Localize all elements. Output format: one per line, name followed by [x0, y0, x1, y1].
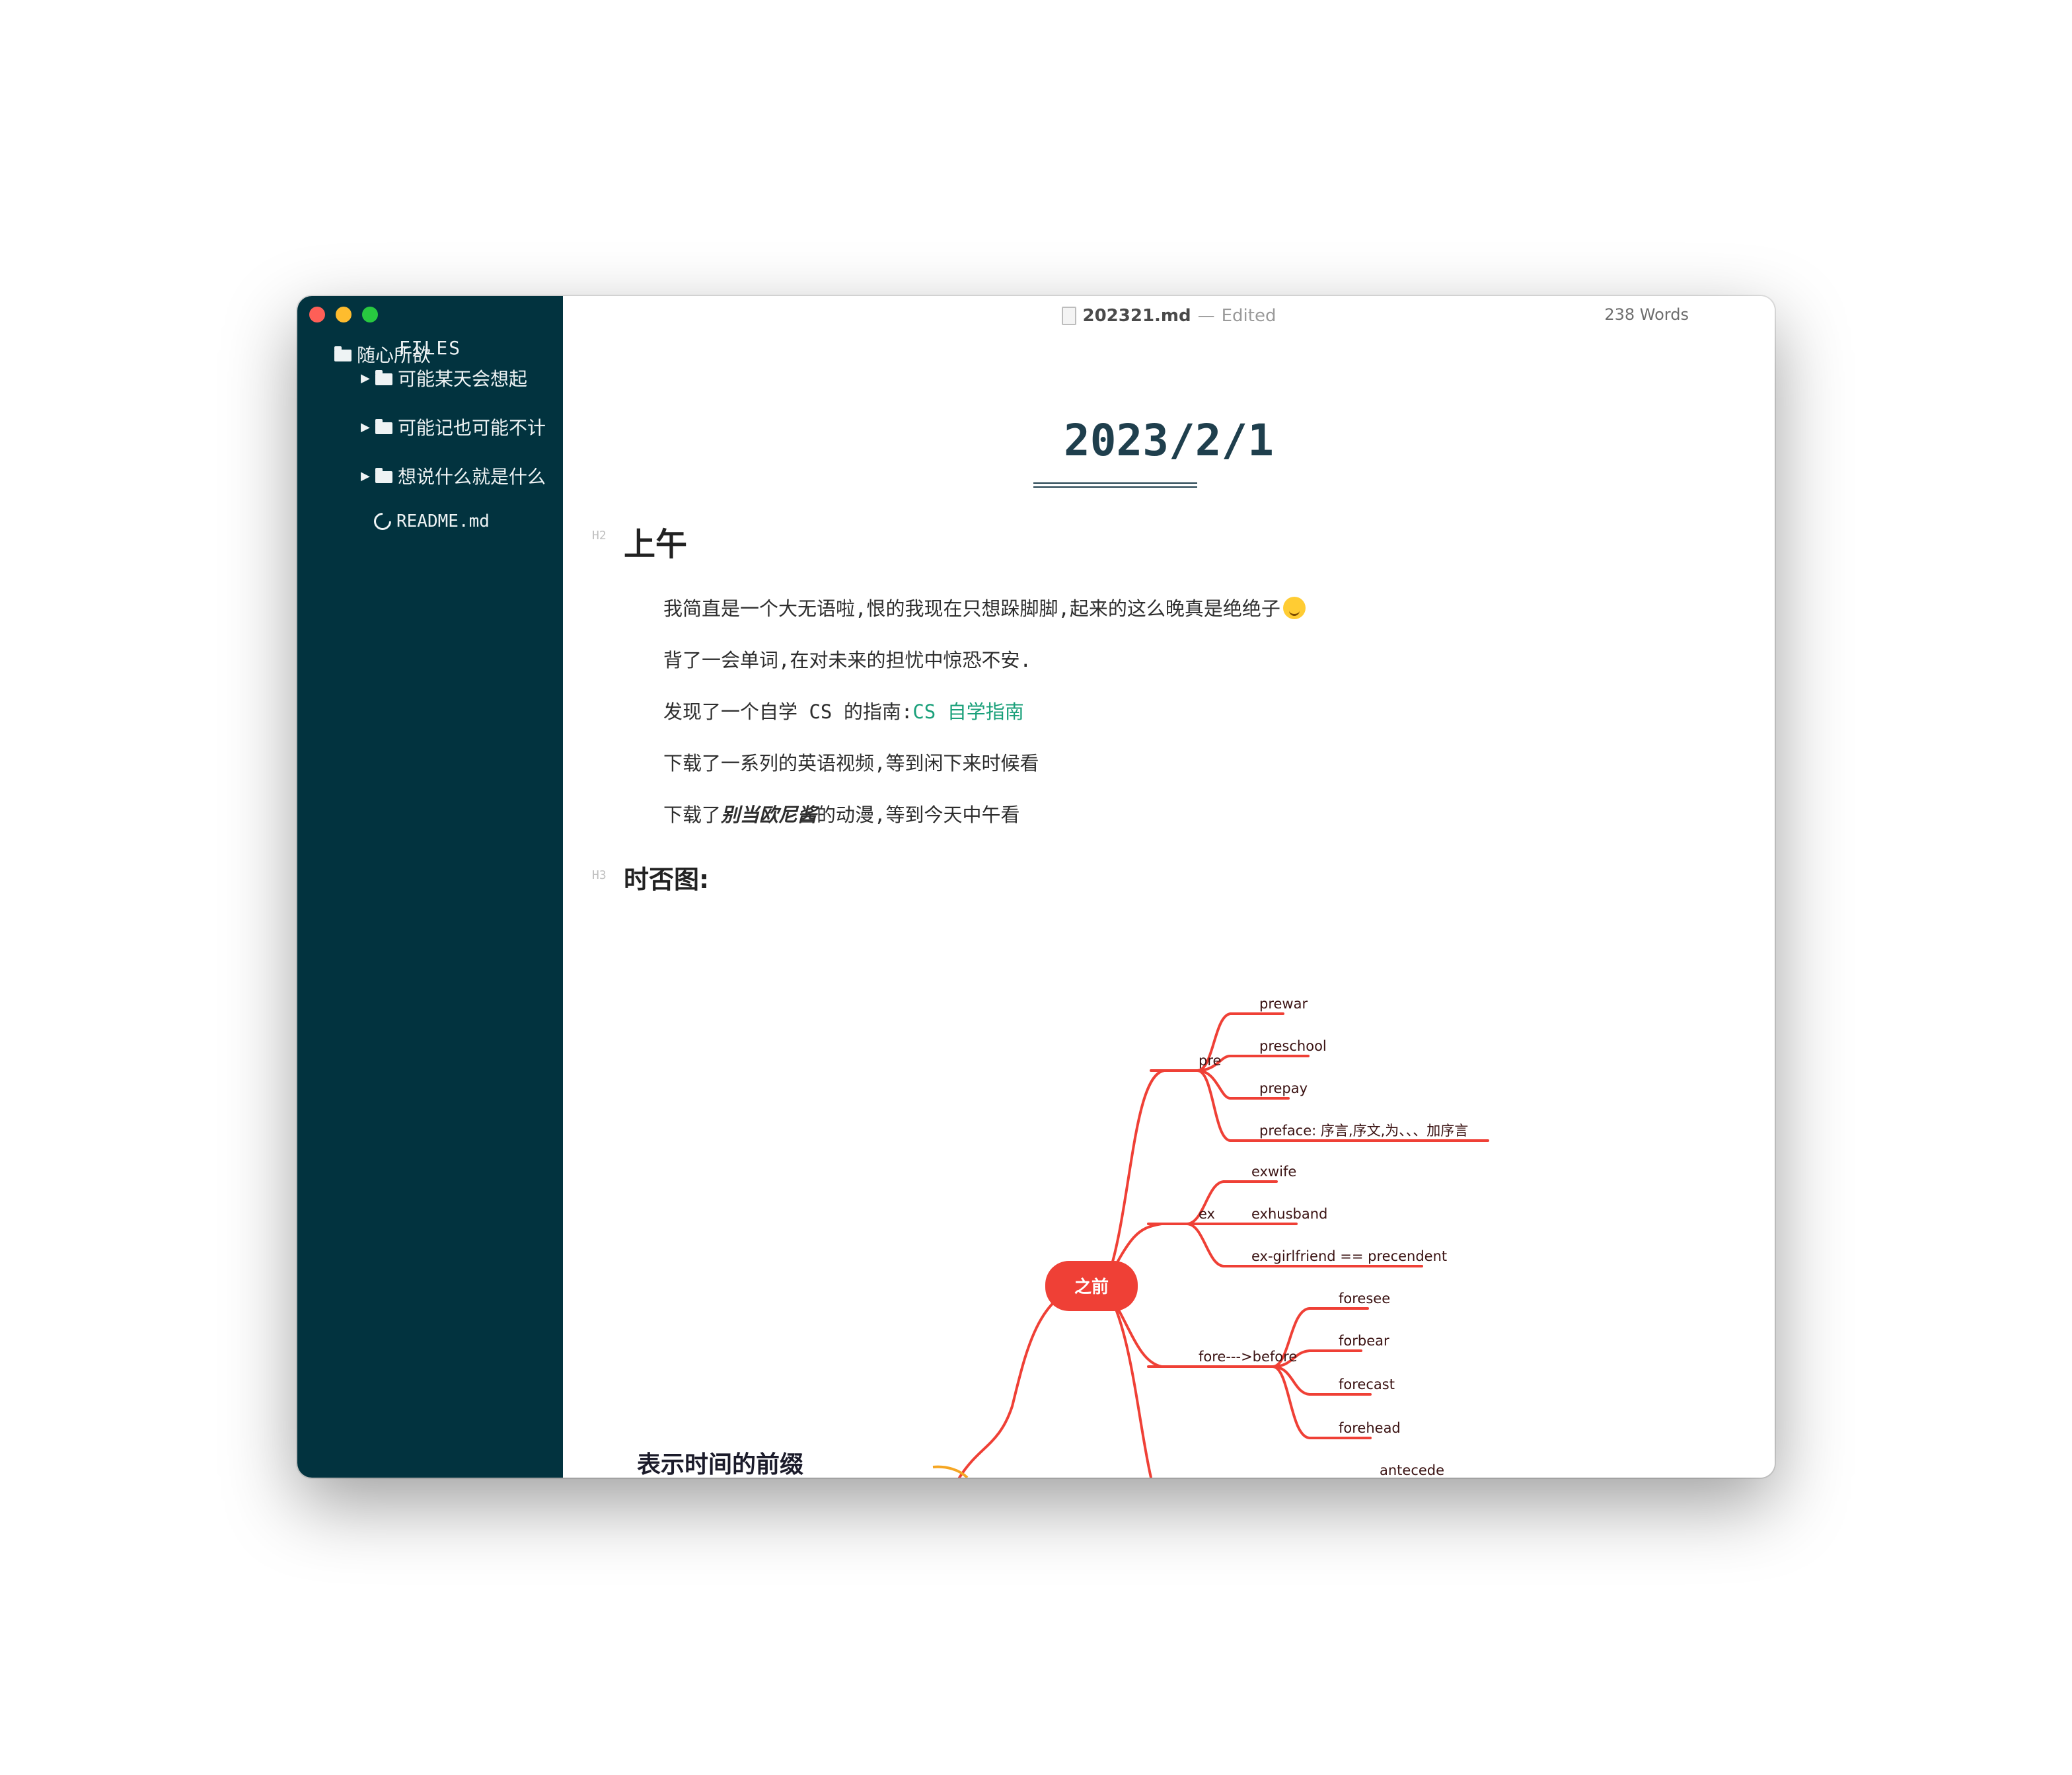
- paragraph[interactable]: 下载了一系列的英语视频,等到闲下来时候看: [663, 748, 1039, 776]
- center-to-ante-line: [1103, 1285, 1152, 1478]
- mindmap-root-label: 表示时间的前缀: [637, 1451, 803, 1478]
- branch-label-pre: pre: [1199, 1053, 1221, 1069]
- sidebar-root-folder-label: 随心所欲: [357, 344, 431, 366]
- leaf-label: exwife: [1251, 1164, 1296, 1180]
- sidebar-root-folder[interactable]: 随心所欲: [334, 341, 431, 367]
- leaf-label: prepay: [1259, 1080, 1308, 1096]
- pre-child-line: [1196, 1069, 1232, 1100]
- title-underline: [1033, 482, 1197, 484]
- paragraph-text: 背了一会单词,在对未来的担忧中惊恐不安.: [663, 649, 1031, 671]
- pre-child-line: [1196, 1069, 1232, 1142]
- folder-icon: [375, 370, 392, 385]
- title-separator: —: [1197, 306, 1215, 326]
- title-underline: [1033, 486, 1197, 488]
- sidebar-item-label: 想说什么就是什么: [398, 466, 546, 488]
- leaf-label: exhusband: [1251, 1206, 1327, 1222]
- document-name: 202321.md: [1082, 306, 1191, 326]
- paragraph[interactable]: 发现了一个自学 CS 的指南:CS 自学指南: [663, 697, 1024, 724]
- sidebar-item-folder-1[interactable]: ▶ 可能某天会想起: [361, 365, 527, 391]
- heading-h2[interactable]: 上午: [624, 518, 687, 564]
- mindmap-connectors: [958, 1012, 1489, 1478]
- leaf-label: antecede: [1380, 1462, 1444, 1478]
- sidebar-item-label: README.md: [396, 511, 490, 531]
- emphasis-text: 别当欧尼酱: [721, 804, 817, 826]
- heading-h3[interactable]: 时否图:: [624, 859, 709, 895]
- sidebar-item-folder-3[interactable]: ▶ 想说什么就是什么: [361, 463, 546, 489]
- center-node-label: 之前: [1074, 1277, 1109, 1297]
- caret-right-icon[interactable]: ▶: [361, 469, 370, 483]
- folder-icon: [375, 419, 392, 434]
- paragraph-text: 我简直是一个大无语啦,恨的我现在只想跺脚脚,起来的这么晚真是绝绝子: [663, 597, 1280, 620]
- word-count[interactable]: 238 Words: [1604, 305, 1689, 324]
- maximize-window-button[interactable]: [362, 307, 378, 322]
- leaf-label: preface: 序言,序文,为、、、加序言: [1259, 1123, 1468, 1139]
- folder-icon: [334, 346, 352, 361]
- folder-icon: [375, 468, 392, 483]
- document-status: Edited: [1221, 306, 1276, 326]
- ex-child-line: [1185, 1223, 1225, 1267]
- document-icon: [1061, 307, 1076, 325]
- center-to-pre-line: [1103, 1069, 1166, 1287]
- center-to-fore-line: [1103, 1285, 1163, 1368]
- smiley-emoji-icon: [1282, 597, 1306, 619]
- paragraph[interactable]: 背了一会单词,在对未来的担忧中惊恐不安.: [663, 645, 1031, 673]
- close-window-button[interactable]: [309, 307, 325, 322]
- heading-level-marker: H2: [592, 529, 607, 543]
- sidebar-item-label: 可能某天会想起: [398, 368, 528, 390]
- paragraph-text: 下载了: [663, 804, 722, 826]
- document-title[interactable]: 2023/2/1: [563, 415, 1775, 466]
- sidebar-item-readme[interactable]: README.md: [370, 509, 490, 534]
- branch-label-fore: fore--->before: [1199, 1349, 1297, 1365]
- leaf-label: forehead: [1339, 1420, 1401, 1436]
- branch-label-ex: ex: [1199, 1206, 1215, 1222]
- window-titlebar: 202321.md — Edited: [563, 303, 1775, 329]
- fore-child-line: [1271, 1365, 1311, 1439]
- caret-right-icon[interactable]: ▶: [361, 420, 370, 434]
- leaf-label: foresee: [1339, 1291, 1390, 1306]
- paragraph-text: 的动漫,等到今天中午看: [817, 804, 1020, 826]
- paragraph-text: 下载了一系列的英语视频,等到闲下来时候看: [663, 752, 1039, 774]
- paragraph[interactable]: 我简直是一个大无语啦,恨的我现在只想跺脚脚,起来的这么晚真是绝绝子: [663, 593, 1306, 621]
- root-to-center-line: [958, 1285, 1093, 1478]
- leaf-label: forecast: [1339, 1377, 1395, 1392]
- caret-right-icon[interactable]: ▶: [361, 371, 370, 385]
- mindmap-image: 之前 表示时间的前缀 pre prewar preschool prepay p…: [637, 996, 1489, 1478]
- leaf-label: preschool: [1259, 1038, 1327, 1054]
- fore-child-line: [1271, 1365, 1311, 1396]
- center-to-ex-line: [1103, 1223, 1163, 1287]
- root-connector: [932, 1465, 969, 1478]
- paragraph[interactable]: 下载了别当欧尼酱的动漫,等到今天中午看: [663, 800, 1020, 827]
- minimize-window-button[interactable]: [336, 307, 352, 322]
- sidebar: FILES 随心所欲 ▶ 可能某天会想起 ▶ 可能记也可能不计 ▶ 想说什么就是…: [297, 296, 563, 1478]
- sidebar-item-folder-2[interactable]: ▶ 可能记也可能不计: [361, 414, 546, 440]
- heading-level-marker: H3: [592, 868, 607, 882]
- file-circle-icon: [370, 509, 395, 534]
- leaf-label: prewar: [1259, 996, 1308, 1012]
- app-window: FILES 随心所欲 ▶ 可能某天会想起 ▶ 可能记也可能不计 ▶ 想说什么就是…: [297, 296, 1775, 1478]
- editor-pane[interactable]: 202321.md — Edited 238 Words 2023/2/1 H2…: [563, 296, 1775, 1478]
- cs-guide-link[interactable]: CS 自学指南: [912, 700, 1023, 723]
- paragraph-text: 发现了一个自学 CS 的指南:: [663, 700, 913, 723]
- sidebar-item-label: 可能记也可能不计: [398, 417, 546, 439]
- leaf-label: ex-girlfriend == precendent: [1251, 1248, 1447, 1264]
- leaf-label: forbear: [1339, 1333, 1389, 1349]
